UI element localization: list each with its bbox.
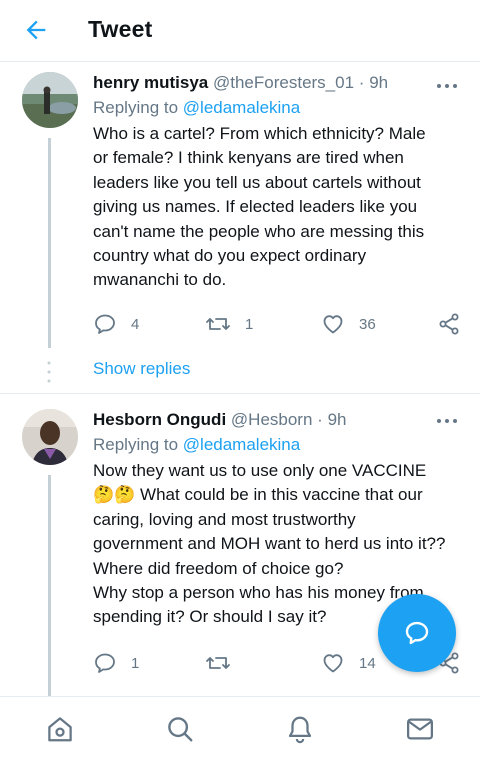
meta-separator: · — [358, 73, 365, 92]
retweet-icon — [206, 657, 230, 669]
home-icon — [48, 717, 72, 742]
nav-messages[interactable] — [404, 713, 436, 745]
retweet-button[interactable] — [205, 651, 245, 675]
author-handle[interactable]: @Hesborn — [231, 410, 313, 429]
reply-icon — [95, 653, 115, 673]
show-replies-link[interactable]: Show replies — [93, 359, 190, 379]
author-name[interactable]: Hesborn Ongudi — [93, 410, 226, 429]
like-count: 14 — [359, 654, 376, 672]
mention-link[interactable]: @ledamalekina — [183, 98, 300, 117]
tweet-text-line: caring, loving and most trustworthy — [93, 509, 356, 529]
reply-bubble-icon — [405, 621, 429, 645]
heart-icon — [323, 315, 343, 334]
messages-icon — [407, 718, 433, 740]
reply-count: 4 — [131, 315, 140, 333]
tweet-meta: Hesborn Ongudi @Hesborn · 9h — [93, 409, 462, 431]
tweet-text-line: or female? I think kenyans are tired whe… — [93, 148, 404, 168]
like-count: 36 — [359, 315, 376, 333]
tweet-actions: 4 1 36 — [93, 312, 463, 336]
author-name[interactable]: henry mutisya — [93, 73, 208, 92]
more-options-icon[interactable] — [436, 82, 458, 90]
replying-to-label: Replying to — [93, 435, 183, 454]
tweet-text-line: 🤔🤔 What could be in this vaccine that ou… — [93, 485, 423, 505]
tweet-text: Who is a cartel? From which ethnicity? M… — [93, 122, 462, 293]
reply-button[interactable]: 1 — [93, 651, 139, 675]
mention-link[interactable]: @ledamalekina — [183, 435, 300, 454]
tweet-content: henry mutisya @theForesters_01 · 9h Repl… — [93, 72, 462, 293]
nav-home[interactable] — [44, 713, 76, 745]
tweet-text-line: mwananchi to do. — [93, 270, 227, 290]
show-replies-row[interactable]: Show replies — [0, 348, 480, 394]
avatar[interactable] — [22, 409, 78, 465]
back-arrow-icon[interactable] — [22, 16, 50, 44]
compose-reply-button[interactable] — [378, 594, 456, 672]
thread-line — [48, 138, 51, 348]
tweet-text-line: Where did freedom of choice go? — [93, 558, 344, 578]
tweet-text-line: can't name the people who are messing th… — [93, 221, 425, 241]
tweet-text-line: Now they want us to use only one VACCINE — [93, 461, 427, 480]
bottom-navigation — [0, 696, 480, 774]
retweet-button[interactable]: 1 — [205, 312, 253, 336]
avatar[interactable] — [22, 72, 78, 128]
retweet-count: 1 — [245, 315, 254, 333]
nav-search[interactable] — [164, 713, 196, 745]
tweet[interactable]: henry mutisya @theForesters_01 · 9h Repl… — [0, 62, 480, 348]
tweet-text-line: Who is a cartel? From which ethnicity? M… — [93, 124, 426, 143]
reply-button[interactable]: 4 — [93, 312, 139, 336]
more-options-icon[interactable] — [436, 417, 458, 425]
replying-to: Replying to @ledamalekina — [93, 97, 462, 119]
heart-icon — [323, 654, 343, 673]
notifications-icon — [288, 716, 312, 744]
tweet-time[interactable]: 9h — [369, 73, 388, 92]
tweet-text-line: country what do you expect ordinary — [93, 246, 367, 266]
nav-notifications[interactable] — [284, 713, 316, 745]
meta-separator: · — [317, 410, 323, 429]
reply-icon — [95, 314, 115, 334]
tweet-time[interactable]: 9h — [328, 410, 347, 429]
tweet-text-line: government and MOH want to herd us into … — [93, 534, 446, 554]
like-button[interactable]: 14 — [321, 651, 376, 675]
share-button[interactable] — [437, 312, 461, 336]
tweet-meta: henry mutisya @theForesters_01 · 9h — [93, 72, 462, 94]
tweet-text-line: leaders like you tell us about cartels w… — [93, 172, 421, 192]
thread-line — [48, 475, 51, 696]
replying-to: Replying to @ledamalekina — [93, 434, 462, 456]
like-button[interactable]: 36 — [321, 312, 376, 336]
share-icon — [439, 313, 459, 335]
thread-dots-icon — [47, 361, 51, 383]
tweet-text-line: giving us names. If elected leaders like… — [93, 197, 418, 217]
top-bar: Tweet — [0, 0, 480, 62]
retweet-icon — [206, 318, 230, 330]
author-handle[interactable]: @theForesters_01 — [213, 73, 354, 92]
page-title: Tweet — [88, 16, 153, 42]
search-icon — [168, 717, 193, 742]
reply-count: 1 — [131, 654, 140, 672]
replying-to-label: Replying to — [93, 98, 183, 117]
